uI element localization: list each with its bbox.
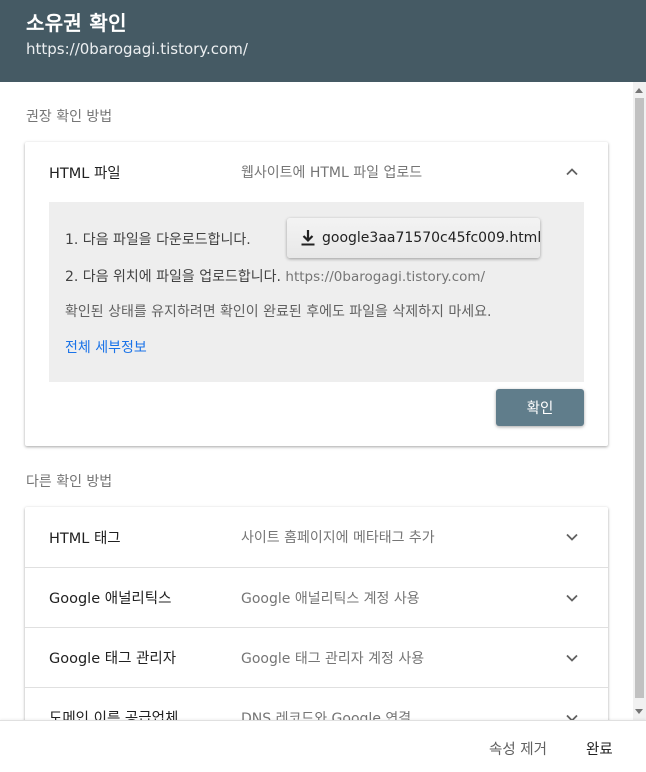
method-title: HTML 파일 (49, 165, 121, 182)
recommended-section-label: 권장 확인 방법 (26, 109, 113, 125)
chevron-up-icon[interactable] (564, 164, 580, 180)
remove-property-button[interactable]: 속성 제거 (489, 738, 547, 759)
html-file-method-header[interactable]: HTML 파일 웹사이트에 HTML 파일 업로드 (25, 142, 608, 202)
dialog-title: 소유권 확인 (26, 11, 127, 35)
keep-file-note: 확인된 상태를 유지하려면 확인이 완료된 후에도 파일을 삭제하지 마세요. (65, 304, 492, 320)
scrollbar-thumb[interactable] (635, 98, 644, 698)
scroll-up-arrow-icon[interactable] (635, 88, 643, 93)
download-icon (300, 229, 316, 247)
html-file-instructions: 1. 다음 파일을 다운로드합니다. google3aa71570c45fc00… (49, 202, 584, 382)
dialog-footer: 속성 제거 완료 (0, 720, 646, 772)
chevron-down-icon[interactable] (564, 710, 580, 720)
step-1-text: 1. 다음 파일을 다운로드합니다. (65, 232, 251, 248)
method-title: HTML 태그 (49, 530, 121, 547)
chevron-down-icon[interactable] (564, 650, 580, 666)
upload-location-url: https://0barogagi.tistory.com/ (285, 269, 486, 285)
full-details-link[interactable]: 전체 세부정보 (65, 337, 147, 357)
method-row-domain-provider[interactable]: 도메인 이름 공급업체 DNS 레코드와 Google 연결 (25, 687, 608, 720)
vertical-scrollbar[interactable] (633, 82, 646, 720)
dialog-header: 소유권 확인 https://0barogagi.tistory.com/ (0, 0, 646, 82)
method-row-tag-manager[interactable]: Google 태그 관리자 Google 태그 관리자 계정 사용 (25, 627, 608, 687)
download-file-name: google3aa71570c45fc009.html (322, 230, 542, 246)
method-title: 도메인 이름 공급업체 (49, 711, 179, 720)
step-2: 2. 다음 위치에 파일을 업로드합니다. https://0barogagi.… (65, 266, 485, 286)
method-description: 웹사이트에 HTML 파일 업로드 (241, 165, 423, 181)
method-row-html-tag[interactable]: HTML 태그 사이트 홈페이지에 메타태그 추가 (25, 507, 608, 567)
dialog-content: 권장 확인 방법 HTML 파일 웹사이트에 HTML 파일 업로드 1. 다음… (0, 82, 633, 720)
method-description: Google 태그 관리자 계정 사용 (241, 650, 425, 667)
other-methods-section-label: 다른 확인 방법 (26, 474, 113, 490)
method-description: 사이트 홈페이지에 메타태그 추가 (241, 530, 435, 546)
method-title: Google 태그 관리자 (49, 651, 177, 667)
step-2-text: 2. 다음 위치에 파일을 업로드합니다. (65, 269, 281, 285)
method-title: Google 애널리틱스 (49, 591, 172, 607)
chevron-down-icon[interactable] (564, 529, 580, 545)
recommended-method-card: HTML 파일 웹사이트에 HTML 파일 업로드 1. 다음 파일을 다운로드… (25, 142, 608, 446)
download-file-button[interactable]: google3aa71570c45fc009.html (287, 218, 542, 258)
done-button[interactable]: 완료 (586, 738, 613, 759)
property-url: https://0barogagi.tistory.com/ (26, 40, 248, 58)
method-row-google-analytics[interactable]: Google 애널리틱스 Google 애널리틱스 계정 사용 (25, 567, 608, 627)
other-methods-card: HTML 태그 사이트 홈페이지에 메타태그 추가 Google 애널리틱스 G… (25, 507, 608, 720)
verify-button[interactable]: 확인 (496, 389, 584, 426)
method-description: Google 애널리틱스 계정 사용 (241, 590, 420, 607)
chevron-down-icon[interactable] (564, 590, 580, 606)
method-description: DNS 레코드와 Google 연결 (241, 710, 412, 721)
scroll-down-arrow-icon[interactable] (635, 709, 643, 714)
